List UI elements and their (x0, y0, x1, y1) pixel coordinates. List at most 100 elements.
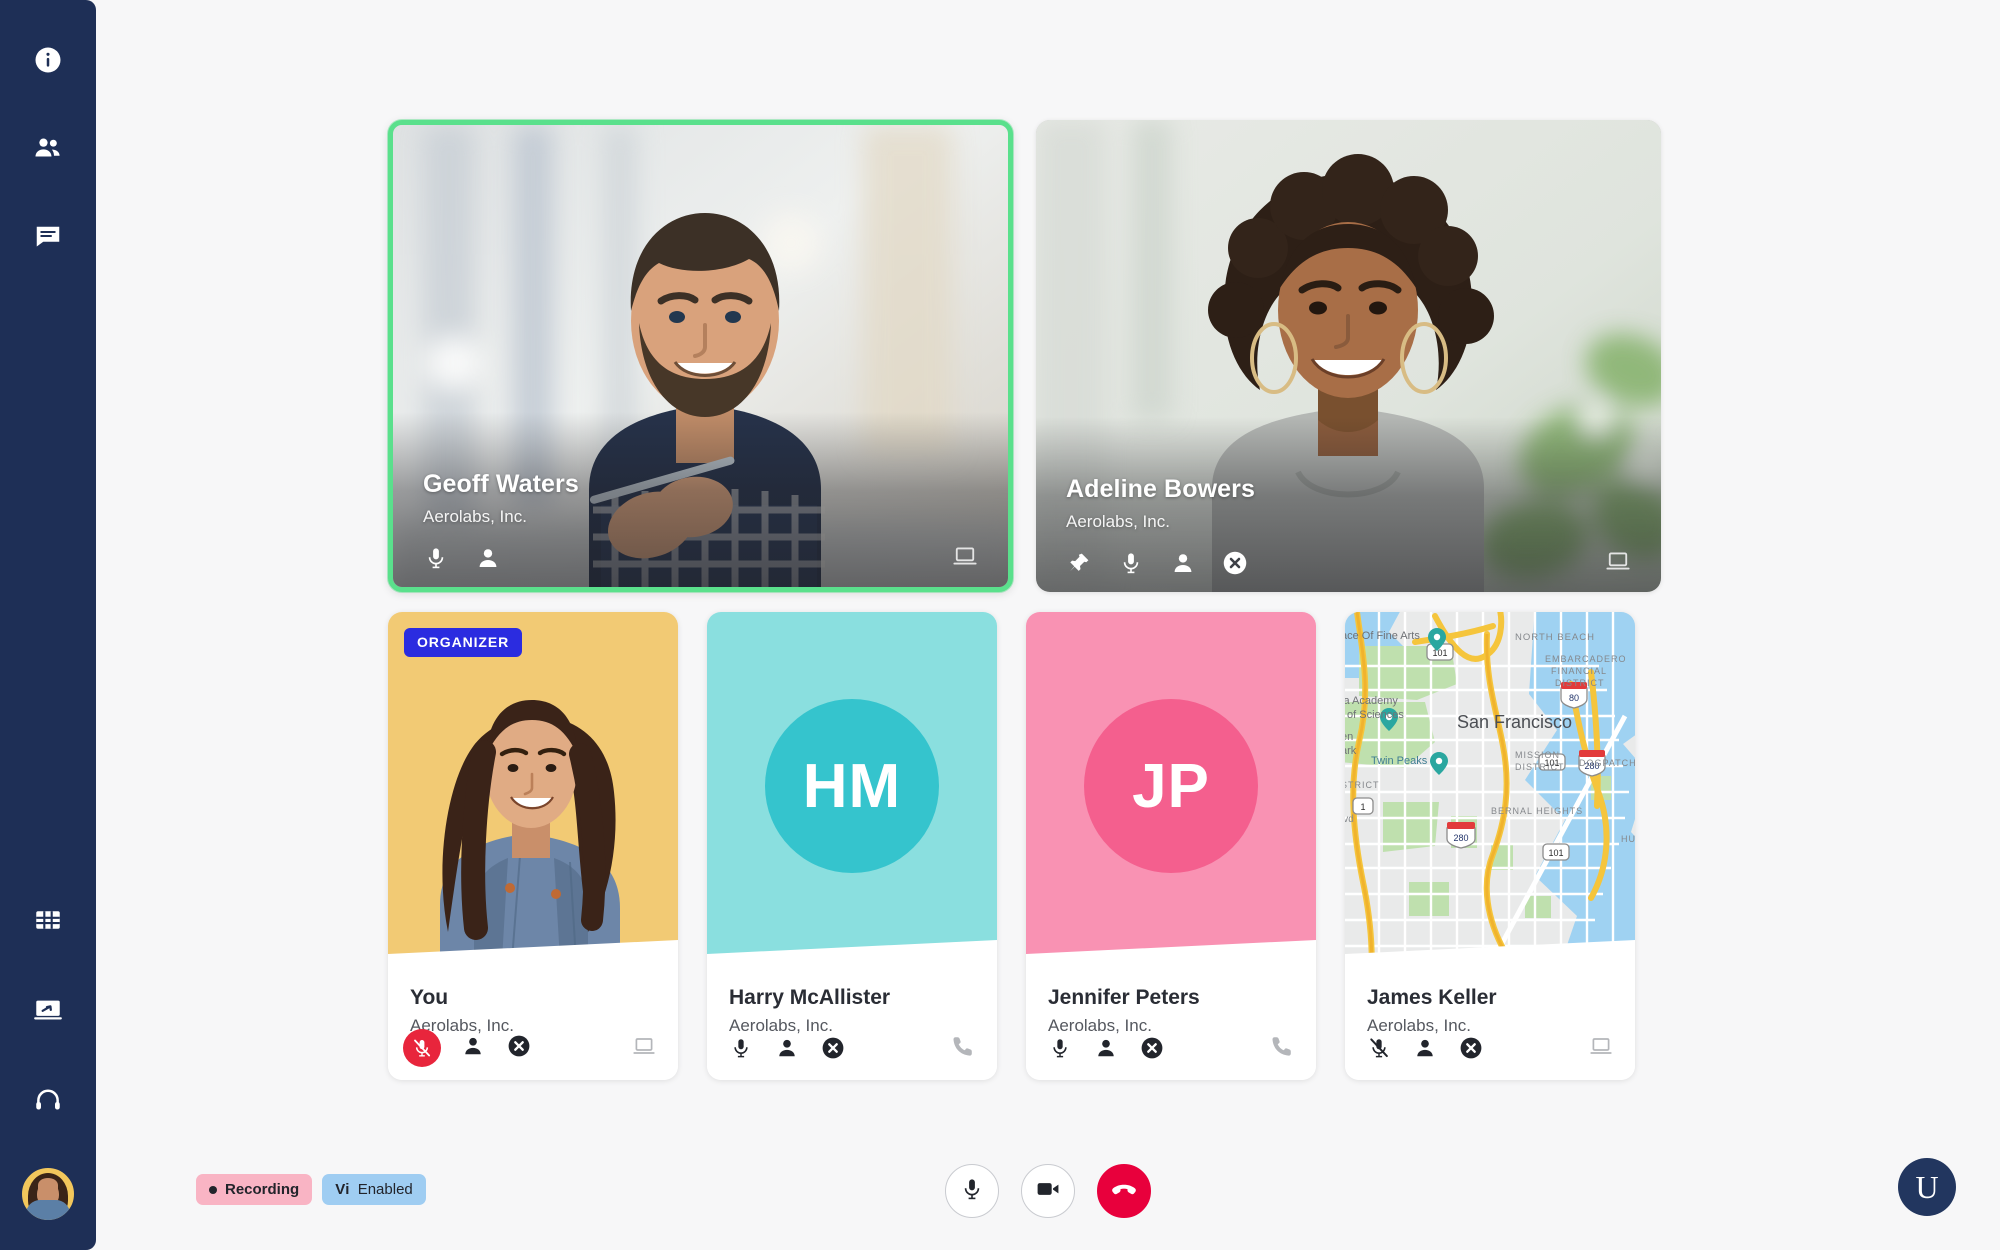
video-tile-geoff-waters[interactable]: Geoff Waters Aerolabs, Inc. (388, 120, 1013, 592)
bottom-bar: Recording Vi Enabled U (96, 1124, 2000, 1250)
video-tile-adeline-bowers[interactable]: Adeline Bowers Aerolabs, Inc. (1036, 120, 1661, 592)
tile-media: HM (707, 612, 997, 960)
remove-icon[interactable] (505, 1032, 533, 1060)
mic-icon[interactable] (421, 543, 451, 573)
remove-icon[interactable] (1138, 1034, 1166, 1062)
vi-mark-label: Vi (335, 1181, 350, 1198)
tile-footer: James Keller Aerolabs, Inc. (1345, 940, 1635, 1080)
pin-icon[interactable] (1064, 548, 1094, 578)
participant-org: Aerolabs, Inc. (1048, 1016, 1152, 1035)
map-graphic: 101 80 101 280 1 280 101 ace Of Fine Art… (1345, 612, 1635, 960)
sidebar-bottom-group (0, 896, 96, 1222)
laptop-icon (630, 1032, 658, 1060)
avatar[interactable] (20, 1166, 76, 1222)
remove-icon[interactable] (819, 1034, 847, 1062)
person-icon[interactable] (1411, 1034, 1439, 1062)
mic-off-icon[interactable] (1365, 1034, 1393, 1062)
video-stage: Geoff Waters Aerolabs, Inc. Adeline Bowe… (96, 0, 2000, 1250)
map-city-label: San Francisco (1457, 712, 1572, 732)
tile-controls (421, 543, 503, 573)
svg-text:NORTH BEACH: NORTH BEACH (1515, 632, 1595, 643)
participant-name: Adeline Bowers (1066, 475, 1255, 503)
svg-text:101: 101 (1548, 848, 1563, 858)
recording-badge: Recording (196, 1174, 313, 1205)
tile-media: JP (1026, 612, 1316, 960)
tile-footer: Harry McAllister Aerolabs, Inc. (707, 940, 997, 1080)
svg-text:lvd: lvd (1345, 814, 1354, 825)
sidebar (0, 0, 96, 1250)
toggle-camera-button[interactable] (1021, 1164, 1075, 1218)
sidebar-item-chat[interactable] (24, 212, 72, 260)
mic-icon[interactable] (1116, 548, 1146, 578)
laptop-icon (1587, 1032, 1615, 1060)
call-controls (945, 1164, 1151, 1218)
sidebar-item-layout-grid[interactable] (24, 896, 72, 944)
participant-org: Aerolabs, Inc. (1066, 512, 1170, 531)
mic-icon[interactable] (727, 1034, 755, 1062)
svg-text:Twin Peaks: Twin Peaks (1371, 755, 1428, 767)
sidebar-item-participants[interactable] (24, 124, 72, 172)
avatar-body (26, 1200, 70, 1220)
svg-text:EMBARCADERO: EMBARCADERO (1545, 654, 1627, 664)
svg-text:80: 80 (1569, 693, 1579, 703)
video-tile-jennifer-peters[interactable]: JP Jennifer Peters Aerolabs, Inc. (1026, 612, 1316, 1080)
remove-icon[interactable] (1220, 548, 1250, 578)
svg-text:of Sciences: of Sciences (1347, 709, 1404, 721)
status-badges: Recording Vi Enabled (196, 1174, 426, 1205)
participant-name: You (410, 986, 449, 1009)
grid-icon (33, 905, 63, 935)
brand-logo[interactable]: U (1898, 1158, 1956, 1216)
participant-org: Aerolabs, Inc. (423, 507, 527, 526)
remove-icon[interactable] (1457, 1034, 1485, 1062)
svg-text:ark: ark (1345, 745, 1357, 757)
participant-org: Aerolabs, Inc. (729, 1016, 833, 1035)
mic-off-icon[interactable] (403, 1029, 441, 1067)
mic-icon[interactable] (1046, 1034, 1074, 1062)
tile-media-map: 101 80 101 280 1 280 101 ace Of Fine Art… (1345, 612, 1635, 960)
person-icon[interactable] (773, 1034, 801, 1062)
person-icon[interactable] (1092, 1034, 1120, 1062)
laptop-icon (1603, 546, 1633, 576)
video-tile-you[interactable]: ORGANIZER You Aerolabs, Inc. (388, 612, 678, 1080)
tile-controls (1046, 1034, 1166, 1062)
headset-icon (33, 1085, 63, 1115)
video-tile-james-keller[interactable]: 101 80 101 280 1 280 101 ace Of Fine Art… (1345, 612, 1635, 1080)
svg-text:DISTRICT: DISTRICT (1555, 678, 1605, 688)
people-icon (32, 132, 64, 164)
sidebar-item-support-headset[interactable] (24, 1076, 72, 1124)
vi-enabled-badge: Vi Enabled (322, 1174, 426, 1205)
video-grid-top-row: Geoff Waters Aerolabs, Inc. Adeline Bowe… (388, 120, 1661, 592)
svg-text:ace Of Fine Arts: ace Of Fine Arts (1345, 630, 1420, 642)
participant-name: Geoff Waters (423, 470, 579, 498)
video-conference-app: Geoff Waters Aerolabs, Inc. Adeline Bowe… (0, 0, 2000, 1250)
svg-text:DISTRICT: DISTRICT (1515, 762, 1565, 772)
sidebar-item-screen-share[interactable] (24, 986, 72, 1034)
svg-text:101: 101 (1432, 648, 1447, 658)
mic-icon (960, 1177, 984, 1206)
svg-text:ia Academy: ia Academy (1345, 695, 1398, 707)
end-call-button[interactable] (1097, 1164, 1151, 1218)
video-tile-harry-mcallister[interactable]: HM Harry McAllister Aerolabs, Inc. (707, 612, 997, 1080)
svg-text:FINANCIAL: FINANCIAL (1551, 666, 1607, 676)
svg-text:BERNAL HEIGHTS: BERNAL HEIGHTS (1491, 806, 1583, 816)
info-icon (33, 45, 63, 75)
person-icon[interactable] (459, 1032, 487, 1060)
tile-controls (1365, 1034, 1485, 1062)
tile-footer: Jennifer Peters Aerolabs, Inc. (1026, 940, 1316, 1080)
avatar-face (38, 1178, 58, 1193)
toggle-microphone-button[interactable] (945, 1164, 999, 1218)
tile-controls (1064, 548, 1250, 578)
person-icon[interactable] (1168, 548, 1198, 578)
initials-avatar: HM (765, 699, 939, 873)
sidebar-item-meeting-info[interactable] (24, 36, 72, 84)
screen-share-icon (32, 994, 64, 1026)
phone-icon (949, 1032, 977, 1060)
svg-text:MISSION: MISSION (1515, 750, 1560, 760)
camera-icon (1035, 1176, 1061, 1207)
svg-text:280: 280 (1453, 833, 1468, 843)
participant-name: James Keller (1367, 986, 1497, 1009)
tile-controls (403, 1029, 533, 1067)
person-icon[interactable] (473, 543, 503, 573)
recording-label: Recording (225, 1181, 300, 1198)
participant-org: Aerolabs, Inc. (1367, 1016, 1471, 1035)
